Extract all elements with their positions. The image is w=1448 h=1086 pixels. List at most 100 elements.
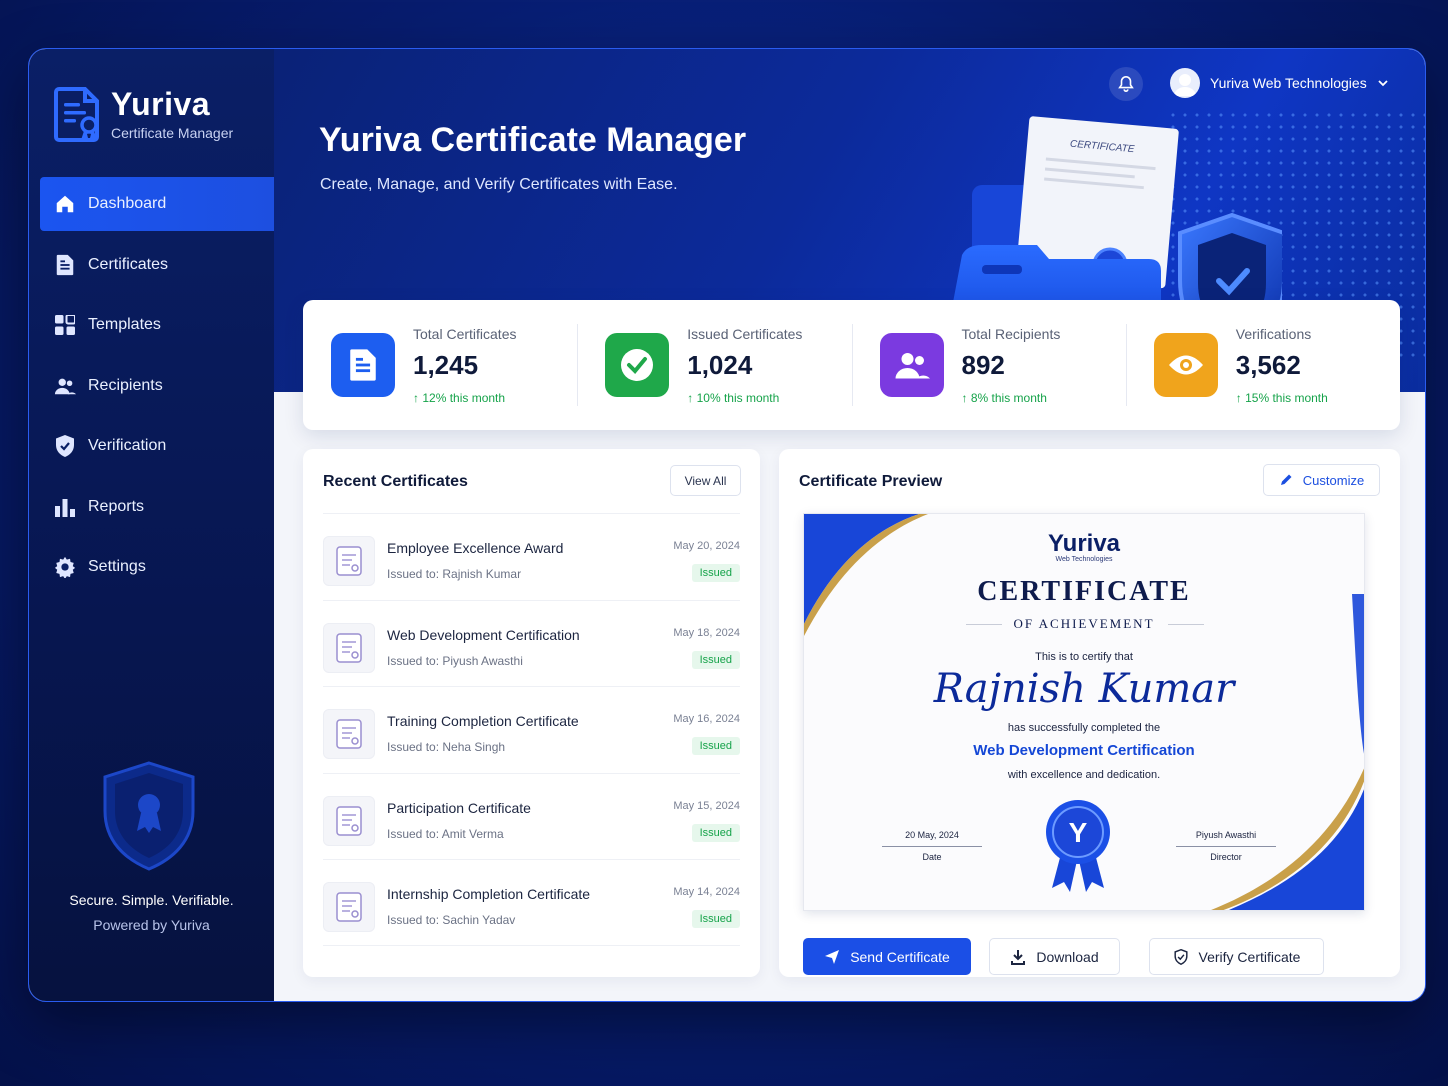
certificate-name: Training Completion Certificate [387,713,579,729]
signer-name: Piyush Awasthi [1195,830,1257,840]
document-icon [54,254,76,276]
document-icon [331,333,395,397]
home-icon [54,193,76,215]
customize-button[interactable]: Customize [1263,464,1380,496]
sidebar-item-label: Reports [88,497,145,515]
status-badge: Issued [691,823,740,842]
certificate-thumbnail-icon [323,536,375,586]
bar-chart-icon [54,496,76,518]
sidebar: Yuriva Certificate Manager Dashboard Cer… [29,49,274,1001]
page-title: Yuriva Certificate Manager [319,121,747,159]
status-badge: Issued [691,650,740,669]
user-avatar-icon [1174,74,1196,96]
stat-label: Issued Certificates [687,325,803,342]
main-content: Yuriva Certificate Manager Create, Manag… [274,49,1425,1001]
stat-label: Total Certificates [413,325,517,342]
certificate-date: May 20, 2024 [673,540,740,552]
divider [882,846,982,847]
certificate-logo: Yuriva [1047,530,1121,557]
sidebar-item-label: Settings [88,558,146,575]
divider [1168,624,1204,625]
brand-subtitle: Certificate Manager [111,125,234,141]
view-all-button[interactable]: View All [670,465,741,496]
certificate-logo-icon [54,87,99,142]
recipient-name: Rajnish Kumar [933,666,1235,712]
list-item[interactable]: Training Completion Certificate Issued t… [323,686,740,773]
pencil-icon [1280,474,1292,485]
list-item[interactable]: Web Development Certification Issued to:… [323,599,740,687]
download-icon [1011,949,1026,965]
status-badge: Issued [691,910,740,928]
certificate-recipient: Issued to: Sachin Yadav [387,913,516,927]
eye-icon [1153,333,1218,397]
certificate-name: Employee Excellence Award [387,540,564,556]
stat-value: 3,562 [1235,349,1301,380]
stat-delta: ↑ 12% this month [413,390,506,405]
sidebar-powered-by: Powered by Yuriva [93,917,210,933]
users-icon [54,375,76,397]
certificate-thumbnail-icon [323,622,375,673]
certificate-recipient: Issued to: Rajnish Kumar [387,567,522,581]
sidebar-item-certificates[interactable]: Certificates [40,238,274,292]
gear-icon [54,556,76,578]
page-subtitle: Create, Manage, and Verify Certificates … [320,176,678,193]
stat-card-total-certificates[interactable]: Total Certificates 1,245 ↑ 12% this mont… [303,300,577,430]
list-item[interactable]: Internship Completion Certificate Issued… [323,859,740,946]
stat-value: 1,024 [687,349,753,380]
sidebar-item-settings[interactable]: Settings [40,540,274,594]
download-button[interactable]: Download [989,938,1120,975]
excellence-text: with excellence and dedication. [1007,769,1161,781]
sidebar-item-label: Verification [88,437,167,454]
signer-title: Director [1210,852,1242,862]
sidebar-item-verification[interactable]: Verification [40,419,274,473]
sidebar-tagline: Secure. Simple. Verifiable. [69,892,234,908]
chevron-down-icon [1378,80,1388,87]
divider [1176,846,1276,847]
stat-delta: ↑ 8% this month [961,390,1047,405]
shield-check-icon [54,435,76,457]
certificate-date: May 14, 2024 [673,886,740,898]
completed-text: has successfully completed the [1007,722,1161,734]
certify-text: This is to certify that [1035,651,1133,663]
send-certificate-button[interactable]: Send Certificate [803,938,971,975]
sidebar-item-label: Templates [88,316,161,333]
stat-card-verifications[interactable]: Verifications 3,562 ↑ 15% this month [1125,300,1400,430]
preview-actions: Send Certificate Download Verify Certifi… [803,938,1342,975]
sidebar-item-templates[interactable]: Templates [40,298,274,352]
stat-card-issued-certificates[interactable]: Issued Certificates 1,024 ↑ 10% this mon… [577,300,851,430]
certificate-date-label: Date [922,852,942,862]
avatar [1170,68,1200,98]
certificate-recipient: Issued to: Piyush Awasthi [387,653,523,668]
sidebar-nav: Dashboard Certificates Templates Recipie… [40,177,274,601]
certificate-document: Yuriva Web Technologies CERTIFICATE OF A… [803,513,1365,911]
certificate-recipient: Issued to: Neha Singh [387,740,506,754]
certificate-preview-panel: Certificate Preview Customize Yuriva Web… [779,449,1400,977]
certificate-date: May 16, 2024 [673,713,740,725]
verify-certificate-button[interactable]: Verify Certificate [1149,938,1324,975]
list-item[interactable]: Participation Certificate Issued to: Ami… [323,772,740,860]
seal-letter: Y [1069,817,1088,848]
stat-label: Verifications [1235,325,1312,342]
recent-certificates-panel: Recent Certificates View All Employee Ex… [303,449,760,977]
check-circle-icon [605,333,670,397]
certificate-name: Internship Completion Certificate [387,886,591,902]
sidebar-item-label: Dashboard [88,195,167,212]
sidebar-item-dashboard[interactable]: Dashboard [40,177,274,231]
certificate-logo-subtitle: Web Technologies [1055,556,1113,563]
brand[interactable]: Yuriva Certificate Manager [53,85,233,143]
certificate-subtitle: OF ACHIEVEMENT [1013,616,1155,631]
status-badge: Issued [691,564,740,582]
list-item[interactable]: Employee Excellence Award Issued to: Raj… [323,513,740,600]
user-menu[interactable]: Yuriva Web Technologies [1170,68,1389,98]
sidebar-item-label: Recipients [88,376,163,394]
certificate-date: May 15, 2024 [673,799,740,812]
notification-bell-button[interactable] [1109,67,1143,101]
stat-delta: ↑ 10% this month [687,390,780,405]
bell-icon [1118,75,1134,92]
sidebar-item-reports[interactable]: Reports [40,480,274,534]
stat-value: 892 [961,349,1005,380]
stat-card-total-recipients[interactable]: Total Recipients 892 ↑ 8% this month [851,300,1126,430]
certificate-name: Web Development Certification [387,626,580,643]
sidebar-item-recipients[interactable]: Recipients [40,359,274,413]
app-window: Yuriva Certificate Manager Dashboard Cer… [28,48,1426,1002]
